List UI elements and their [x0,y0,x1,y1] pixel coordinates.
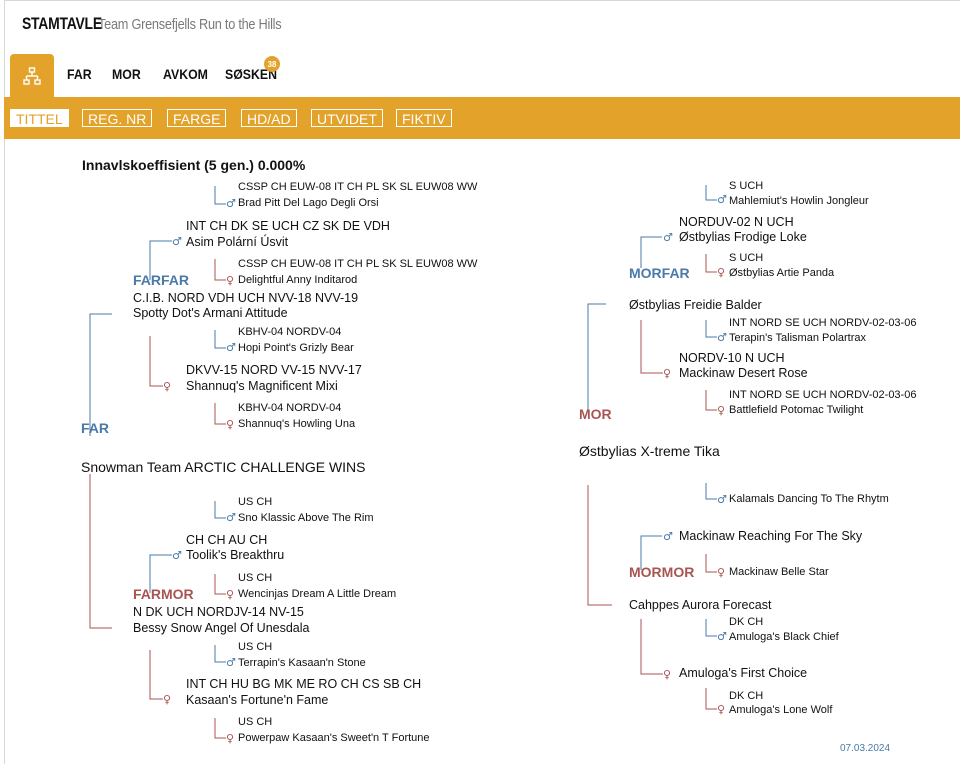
sire-name[interactable]: Snowman Team ARCTIC CHALLENGE WINS [81,460,366,474]
g4-titles: S UCH [729,252,764,264]
g4-name[interactable]: Sno Klassic Above The Rim [238,511,374,525]
g3-name[interactable]: Mackinaw Reaching For The Sky [679,529,862,543]
mormor-label: MORMOR [629,564,695,580]
farfar-titles: C.I.B. NORD VDH UCH NVV-18 NVV-19 [133,291,359,305]
g4-name[interactable]: Hopi Point's Grizly Bear [238,341,354,355]
female-icon: ♀ [663,668,671,681]
far-label: FAR [81,420,109,436]
g4-name[interactable]: Mahlemiut's Howlin Jongleur [729,194,869,208]
g4-titles: S UCH [729,180,764,192]
g4-titles: US CH [238,716,273,728]
mormor-name[interactable]: Cahppes Aurora Forecast [629,598,771,612]
male-icon: ♂ [717,493,727,506]
farmor-name[interactable]: Bessy Snow Angel Of Unesdala [133,621,310,635]
g4-name[interactable]: Amuloga's Lone Wolf [729,703,832,717]
g4-name[interactable]: Shannuq's Howling Una [238,417,355,431]
male-icon: ♂ [172,549,182,562]
male-icon: ♂ [663,530,673,543]
female-icon: ♀ [163,693,171,706]
g3-name[interactable]: Toolik's Breakthru [186,548,284,562]
g3-titles: NORDUV-02 N UCH [679,215,794,229]
g4-titles: US CH [238,496,273,508]
g3-titles: INT CH HU BG MK ME RO CH CS SB CH [186,677,422,691]
g3-name[interactable]: Mackinaw Desert Rose [679,366,808,380]
morfar-label: MORFAR [629,265,690,281]
female-icon: ♀ [226,274,234,287]
farfar-label: FARFAR [133,272,189,288]
g4-name[interactable]: Amuloga's Black Chief [729,630,839,644]
g4-titles: INT NORD SE UCH NORDV-02-03-06 [729,317,917,329]
male-icon: ♂ [717,630,727,643]
male-icon: ♂ [717,193,727,206]
female-icon: ♀ [717,266,725,279]
female-icon: ♀ [226,732,234,745]
farfar-name[interactable]: Spotty Dot's Armani Attitude [133,306,288,320]
male-icon: ♂ [226,656,236,669]
g3-name[interactable]: Østbylias Frodige Loke [679,230,807,244]
g4-titles: KBHV-04 NORDV-04 [238,402,342,414]
female-icon: ♀ [226,418,234,431]
g4-titles: US CH [238,572,273,584]
g4-titles: KBHV-04 NORDV-04 [238,326,342,338]
female-icon: ♀ [163,380,171,393]
farmor-titles: N DK UCH NORDJV-14 NV-15 [133,605,304,619]
mor-label: MOR [579,406,612,422]
g3-titles: NORDV-10 N UCH [679,351,785,365]
male-icon: ♂ [172,235,182,248]
g4-name[interactable]: Mackinaw Belle Star [729,565,829,579]
female-icon: ♀ [717,566,725,579]
g4-name[interactable]: Terrapin's Kasaan'n Stone [238,656,366,670]
g4-name[interactable]: Kalamals Dancing To The Rhytm [729,492,889,506]
g4-titles: CSSP CH EUW-08 IT CH PL SK SL EUW08 WW [238,181,478,193]
print-date: 07.03.2024 [840,743,891,754]
g4-titles: US CH [238,641,273,653]
male-icon: ♂ [226,511,236,524]
farmor-label: FARMOR [133,586,194,602]
g4-titles: INT NORD SE UCH NORDV-02-03-06 [729,389,917,401]
male-icon: ♂ [717,331,727,344]
female-icon: ♀ [226,588,234,601]
female-icon: ♀ [717,703,725,716]
g4-titles: DK CH [729,616,764,628]
g3-name[interactable]: Amuloga's First Choice [679,666,807,680]
g4-name[interactable]: Battlefield Potomac Twilight [729,403,863,417]
morfar-name[interactable]: Østbylias Freidie Balder [629,298,762,312]
g3-titles: CH CH AU CH [186,533,268,547]
g4-titles: CSSP CH EUW-08 IT CH PL SK SL EUW08 WW [238,258,478,270]
male-icon: ♂ [226,197,236,210]
g4-name[interactable]: Delightful Anny Inditarod [238,273,357,287]
g3-name[interactable]: Asim Polární Úsvit [186,235,288,249]
male-icon: ♂ [226,341,236,354]
g4-name[interactable]: Wencinjas Dream A Little Dream [238,587,396,601]
male-icon: ♂ [663,231,673,244]
g3-name[interactable]: Shannuq's Magnificent Mixi [186,379,338,393]
pedigree-connectors: ♂ ♀ ♂ ♀ ♂ ♀ ♂ ♀ ♂ ♀ ♂ ♀ ♂ ♀ ♂ ♀ ♂ ♀ ♂ ♀ … [89,185,727,745]
g4-name[interactable]: Østbylias Artie Panda [729,266,834,280]
g4-name[interactable]: Brad Pitt Del Lago Degli Orsi [238,196,379,210]
g4-name[interactable]: Terapin's Talisman Polartrax [729,331,866,345]
female-icon: ♀ [717,404,725,417]
g3-titles: DKVV-15 NORD VV-15 NVV-17 [186,363,362,377]
dam-name[interactable]: Østbylias X-treme Tika [579,444,720,458]
g4-titles: DK CH [729,690,764,702]
g4-name[interactable]: Powerpaw Kasaan's Sweet'n T Fortune [238,731,430,745]
g3-titles: INT CH DK SE UCH CZ SK DE VDH [186,219,390,233]
female-icon: ♀ [663,367,671,380]
g3-name[interactable]: Kasaan's Fortune'n Fame [186,693,328,707]
